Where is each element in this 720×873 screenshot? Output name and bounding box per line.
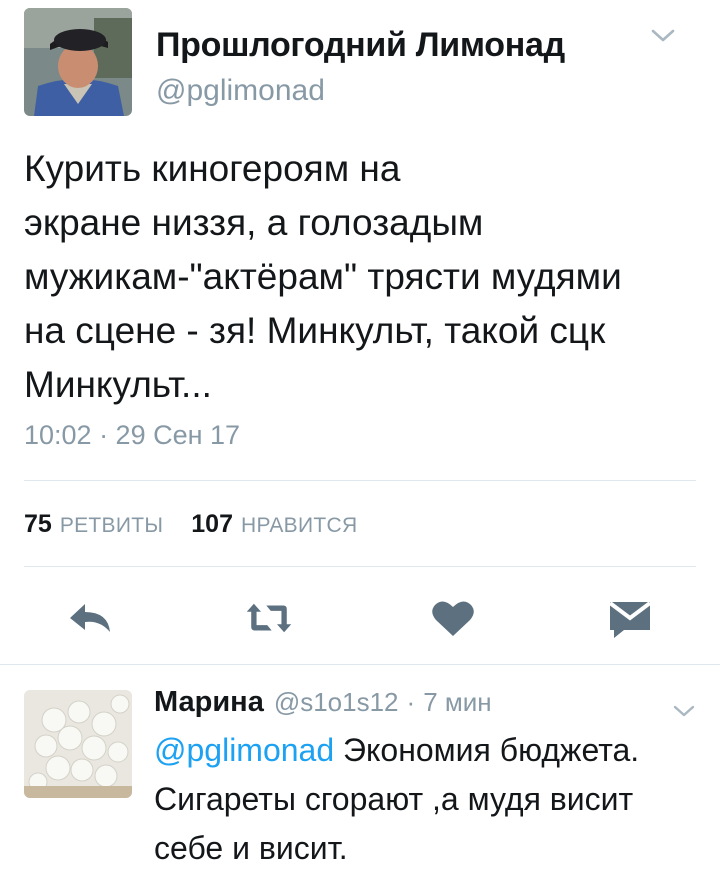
author-display-name[interactable]: Прошлогодний Лимонад <box>156 26 565 65</box>
reply-time[interactable]: 7 мин <box>423 687 491 718</box>
author-handle[interactable]: @pglimonad <box>156 74 325 108</box>
reply-mention-link[interactable]: @pglimonad <box>154 732 334 768</box>
reply-author-avatar[interactable] <box>24 690 132 798</box>
tweet-timestamp[interactable]: 10:02 · 29 Сен 17 <box>24 420 240 451</box>
retweets-label[interactable]: РЕТВИТЫ <box>60 514 163 538</box>
reply-author-handle[interactable]: @s1o1s12 <box>274 687 399 718</box>
likes-count[interactable]: 107 <box>191 510 233 539</box>
direct-message-button[interactable] <box>606 596 654 640</box>
likes-label[interactable]: НРАВИТСЯ <box>241 514 357 538</box>
reply-avatar-photo <box>24 690 132 798</box>
reply-author-name[interactable]: Марина <box>154 686 264 719</box>
reply-text: @pglimonad Экономия бюджета. Сигареты сг… <box>154 726 704 873</box>
author-avatar-photo <box>24 8 132 116</box>
reply-icon <box>70 604 110 632</box>
retweets-count[interactable]: 75 <box>24 510 52 539</box>
chevron-down-icon[interactable] <box>672 702 696 720</box>
divider <box>24 480 696 481</box>
tweet-text: Курить киногероям на экране низзя, а гол… <box>24 148 622 405</box>
divider <box>0 664 720 665</box>
chevron-down-icon[interactable] <box>650 26 676 46</box>
tweet-stats: 75 РЕТВИТЫ 107 НРАВИТСЯ <box>24 510 357 544</box>
retweet-button[interactable] <box>245 596 293 640</box>
reply-button[interactable] <box>66 596 114 640</box>
like-button[interactable] <box>429 596 477 640</box>
author-avatar[interactable] <box>24 8 132 116</box>
divider <box>24 566 696 567</box>
separator-dot: · <box>406 687 416 717</box>
direct-message-icon <box>608 601 652 638</box>
heart-icon <box>432 601 474 636</box>
reply-header: Марина @s1o1s12 · 7 мин <box>154 686 492 719</box>
retweet-icon <box>246 603 292 633</box>
